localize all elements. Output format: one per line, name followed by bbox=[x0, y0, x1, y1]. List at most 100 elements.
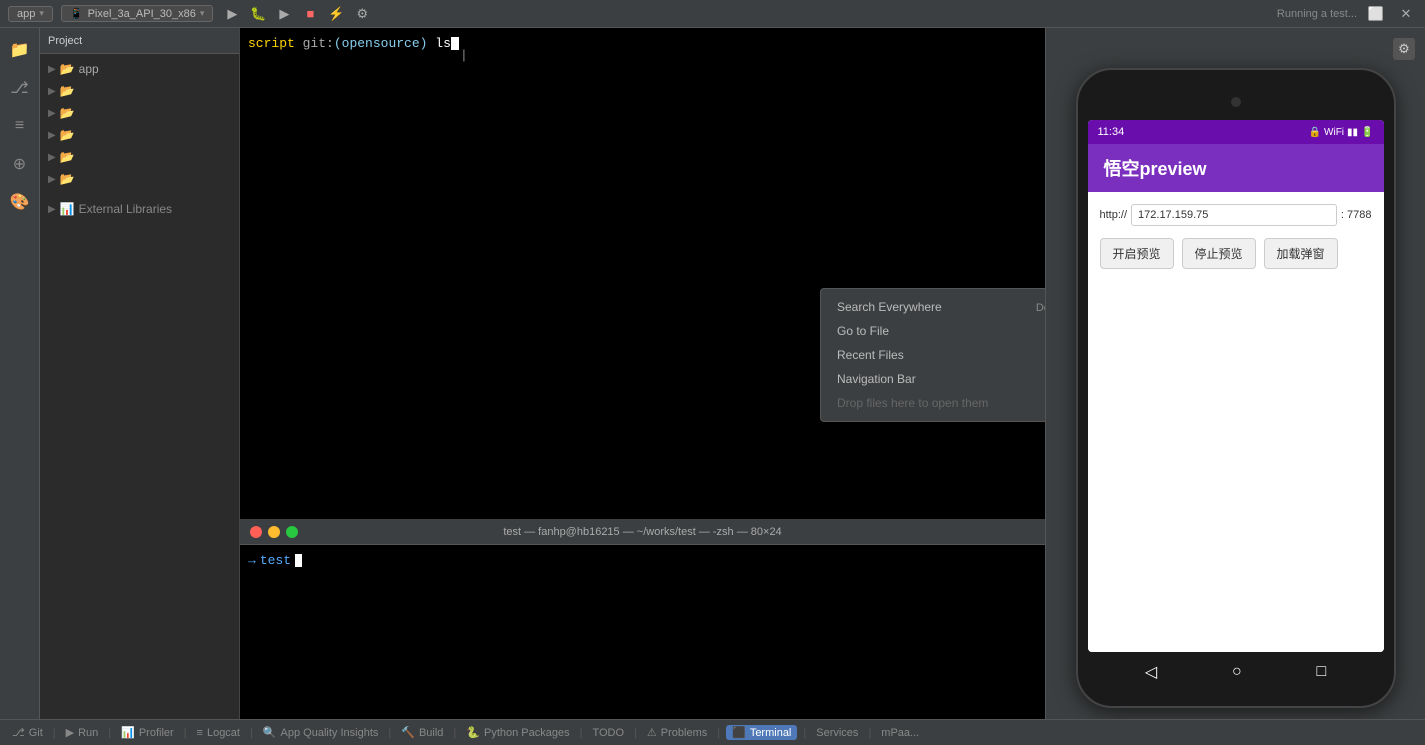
phone-home-btn[interactable]: ○ bbox=[1232, 663, 1242, 681]
app-label: app bbox=[17, 8, 35, 20]
file-tree-title: Project bbox=[48, 35, 82, 47]
context-recent-label: Recent Files bbox=[837, 348, 904, 362]
main-content: 📁 ⎇ ≡ ⊕ 🎨 Project ▶ 📂 app ▶ 📂 ▶ 📂 ▶ bbox=[0, 28, 1425, 719]
tree-arrow-3: ▶ bbox=[48, 108, 56, 119]
terminal-tab-dir: test bbox=[260, 553, 291, 568]
cursor-position-indicator: | bbox=[460, 48, 468, 59]
context-menu-item-recent[interactable]: Recent Files ⌘E bbox=[821, 343, 1045, 367]
status-python-item[interactable]: 🐍 Python Packages bbox=[462, 726, 573, 739]
status-mpaa-item[interactable]: mPaa... bbox=[877, 727, 923, 739]
device-chevron-icon: ▾ bbox=[200, 8, 205, 19]
traffic-light-yellow[interactable] bbox=[268, 526, 280, 538]
tree-icon-1: 📂 bbox=[60, 62, 75, 76]
tree-item-6[interactable]: ▶ 📂 bbox=[40, 168, 239, 190]
tree-item-2[interactable]: ▶ 📂 bbox=[40, 80, 239, 102]
emulator-settings-btn[interactable]: ⚙ bbox=[1393, 38, 1415, 60]
run-button[interactable]: ▶ bbox=[221, 3, 243, 25]
traffic-light-red[interactable] bbox=[250, 526, 262, 538]
app-chevron-icon: ▾ bbox=[39, 8, 44, 19]
debug-button[interactable]: 🐛 bbox=[247, 3, 269, 25]
file-tree-content[interactable]: ▶ 📂 app ▶ 📂 ▶ 📂 ▶ 📂 ▶ 📂 ▶ 📂 bbox=[40, 54, 239, 719]
terminal-cmd-text: ls bbox=[427, 36, 450, 51]
sidebar-icon-structure[interactable]: ≡ bbox=[2, 108, 38, 144]
tree-arrow-6: ▶ bbox=[48, 174, 56, 185]
context-nav-label: Navigation Bar bbox=[837, 372, 916, 386]
tree-arrow-5: ▶ bbox=[48, 152, 56, 163]
phone-back-btn[interactable]: ◁ bbox=[1145, 662, 1157, 682]
close-button[interactable]: ✕ bbox=[1395, 3, 1417, 25]
problems-icon: ⚠ bbox=[647, 726, 657, 739]
status-git-item[interactable]: ⎇ Git bbox=[8, 726, 47, 739]
phone-wifi-icon: WiFi bbox=[1324, 127, 1344, 138]
phone-app-title: 悟空preview bbox=[1104, 155, 1207, 181]
tree-arrow-2: ▶ bbox=[48, 86, 56, 97]
tree-item-external[interactable]: ▶ 📊 External Libraries bbox=[40, 198, 239, 220]
tree-item-4[interactable]: ▶ 📂 bbox=[40, 124, 239, 146]
tree-label-1: app bbox=[79, 62, 99, 76]
problems-label: Problems bbox=[661, 727, 707, 739]
terminal-prompt-line: script git: (opensource) ls bbox=[248, 36, 1037, 51]
context-menu-item-goto-file[interactable]: Go to File ⇧⌘N bbox=[821, 319, 1045, 343]
context-search-shortcut: Double ⇧ bbox=[1036, 301, 1045, 314]
maximize-button[interactable]: ⬜ bbox=[1365, 3, 1387, 25]
logcat-icon: ≡ bbox=[197, 727, 203, 739]
bottom-status-bar: ⎇ Git | ▶ Run | 📊 Profiler | ≡ Logcat | … bbox=[0, 719, 1425, 745]
context-menu-item-search[interactable]: Search Everywhere Double ⇧ bbox=[821, 295, 1045, 319]
services-label: Services bbox=[816, 727, 858, 739]
tree-icon-4: 📂 bbox=[60, 128, 75, 142]
tree-item-1[interactable]: ▶ 📂 app bbox=[40, 58, 239, 80]
status-quality-item[interactable]: 🔍 App Quality Insights bbox=[259, 726, 383, 739]
status-todo-item[interactable]: TODO bbox=[588, 727, 628, 739]
status-logcat-item[interactable]: ≡ Logcat bbox=[193, 727, 244, 739]
python-label: Python Packages bbox=[484, 727, 570, 739]
terminal-content[interactable]: script git: (opensource) ls | bbox=[240, 28, 1045, 59]
tree-item-3[interactable]: ▶ 📂 bbox=[40, 102, 239, 124]
phone-lock-icon: 🔒 bbox=[1309, 127, 1321, 138]
status-problems-item[interactable]: ⚠ Problems bbox=[643, 726, 711, 739]
main-terminal[interactable]: script git: (opensource) ls | bbox=[240, 28, 1045, 519]
phone-status-icons: 🔒 WiFi ▮▮ 🔋 bbox=[1309, 127, 1374, 138]
run-icon: ▶ bbox=[66, 726, 74, 739]
context-menu-item-nav[interactable]: Navigation Bar ⌥↑↑ bbox=[821, 367, 1045, 391]
device-label: Pixel_3a_API_30_x86 bbox=[88, 8, 196, 20]
terminal-title-bar: test — fanhp@hb16215 — ~/works/test — -z… bbox=[240, 519, 1045, 545]
build-label: Build bbox=[419, 727, 443, 739]
status-profiler-item[interactable]: 📊 Profiler bbox=[117, 726, 178, 739]
phone-load-popup-btn[interactable]: 加载弹窗 bbox=[1264, 238, 1338, 269]
settings-button[interactable]: ⚙ bbox=[351, 3, 373, 25]
stop-button[interactable]: ■ bbox=[299, 3, 321, 25]
sidebar-icon-git[interactable]: ⎇ bbox=[2, 70, 38, 106]
phone-notch bbox=[1088, 84, 1384, 120]
terminal-tab-body[interactable]: → test bbox=[240, 545, 1045, 719]
phone-start-preview-btn[interactable]: 开启预览 bbox=[1100, 238, 1174, 269]
phone-time: 11:34 bbox=[1098, 126, 1125, 138]
device-selector[interactable]: 📱 Pixel_3a_API_30_x86 ▾ bbox=[61, 5, 213, 22]
todo-label: TODO bbox=[592, 727, 624, 739]
left-sidebar: 📁 ⎇ ≡ ⊕ 🎨 bbox=[0, 28, 40, 719]
tree-icon-2: 📂 bbox=[60, 84, 75, 98]
traffic-light-green[interactable] bbox=[286, 526, 298, 538]
run-label: Run bbox=[78, 727, 98, 739]
phone-port-label: : 7788 bbox=[1341, 209, 1372, 221]
app-selector[interactable]: app ▾ bbox=[8, 6, 53, 22]
coverage-button[interactable]: ▶ bbox=[273, 3, 295, 25]
mpaa-label: mPaa... bbox=[881, 727, 919, 739]
status-build-item[interactable]: 🔨 Build bbox=[397, 726, 447, 739]
status-run-item[interactable]: ▶ Run bbox=[62, 726, 103, 739]
sidebar-icon-palette[interactable]: 🎨 bbox=[2, 184, 38, 220]
phone-url-input[interactable] bbox=[1131, 204, 1337, 226]
terminal-branch-label: (opensource) bbox=[334, 36, 428, 51]
sidebar-icon-folder[interactable]: 📁 bbox=[2, 32, 38, 68]
tree-item-5[interactable]: ▶ 📂 bbox=[40, 146, 239, 168]
phone-recent-btn[interactable]: □ bbox=[1316, 663, 1326, 681]
phone-stop-preview-btn[interactable]: 停止预览 bbox=[1182, 238, 1256, 269]
sync-button[interactable]: ⚡ bbox=[325, 3, 347, 25]
logcat-label: Logcat bbox=[207, 727, 240, 739]
phone-url-prefix: http:// bbox=[1100, 209, 1128, 221]
sidebar-icon-bookmark[interactable]: ⊕ bbox=[2, 146, 38, 182]
terminal-tab-cursor bbox=[295, 554, 302, 567]
tree-arrow-1: ▶ bbox=[48, 64, 56, 75]
tree-arrow-ext: ▶ bbox=[48, 204, 56, 215]
status-terminal-item[interactable]: ⬛ Terminal bbox=[726, 725, 797, 740]
status-services-item[interactable]: Services bbox=[812, 727, 862, 739]
